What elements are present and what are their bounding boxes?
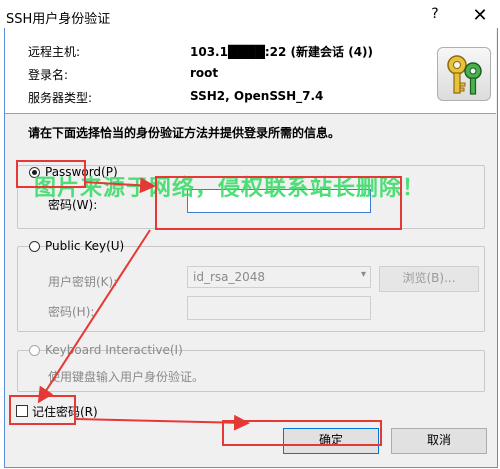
annotation-arrow-1: [83, 177, 156, 194]
annotation-arrow-3: [75, 414, 250, 431]
annotation-arrows: [37, 177, 250, 431]
annotation-arrow-2: [37, 229, 151, 404]
